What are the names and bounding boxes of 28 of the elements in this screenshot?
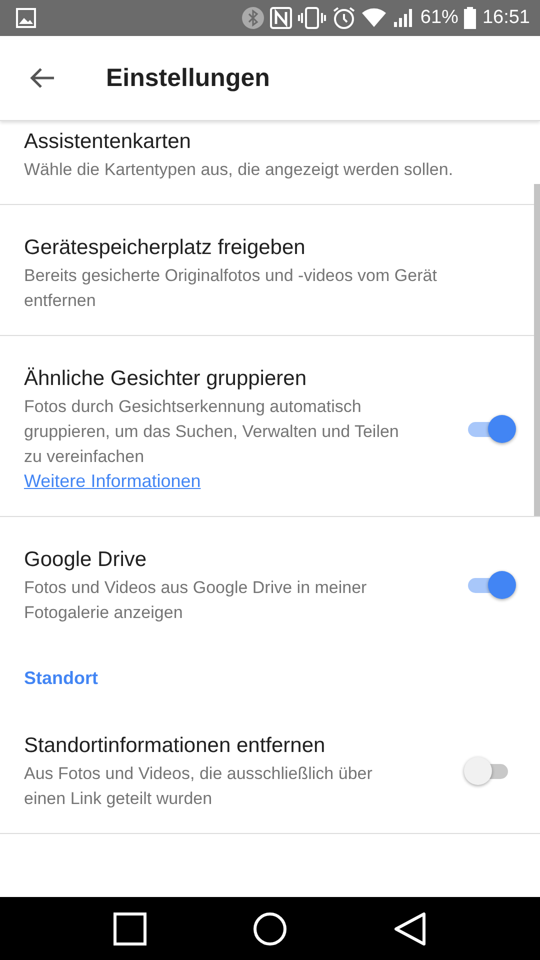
clock-time: 16:51 [482, 7, 530, 29]
more-info-link[interactable]: Weitere Informationen [24, 469, 201, 494]
home-button[interactable] [252, 910, 288, 946]
setting-title: Google Drive [24, 547, 148, 573]
setting-description: Wähle die Kartentypen aus, die angezeigt werden sollen. [24, 159, 454, 181]
battery-icon [464, 7, 476, 29]
alarm-icon [332, 6, 356, 30]
setting-description: Fotos durch Gesichtserkennung automatisch gruppieren, um das Suchen, Verwalten und Teilen zu vereinfachen [24, 396, 400, 468]
setting-description: Aus Fotos und Videos, die ausschließlich über einen Link geteilt wurden [24, 763, 374, 810]
wifi-icon [362, 8, 386, 28]
signal-icon [392, 7, 414, 29]
scrollbar[interactable] [534, 184, 540, 516]
bluetooth-icon [242, 7, 264, 29]
setting-title: Gerätespeicherplatz freigeben [24, 235, 306, 261]
page-title: Einstellungen [106, 64, 270, 92]
setting-title: Standortinformationen entfernen [24, 733, 326, 759]
image-icon [16, 8, 36, 28]
nfc-icon [270, 7, 292, 29]
setting-title: Assistentenkarten [24, 129, 192, 155]
back-arrow-icon [29, 67, 55, 89]
battery-percentage: 61% [420, 7, 458, 29]
back-nav-button[interactable] [393, 912, 428, 946]
setting-description: Bereits gesicherte Originalfotos und -videos vom Gerät entfernen [24, 265, 438, 312]
vibrate-icon [298, 7, 326, 29]
recents-button[interactable] [112, 912, 147, 946]
section-header: Standort [23, 667, 99, 690]
setting-title: Ähnliche Gesichter gruppieren [24, 366, 308, 392]
setting-description: Fotos und Videos aus Google Drive in meiner Fotogalerie anzeigen [24, 577, 368, 624]
